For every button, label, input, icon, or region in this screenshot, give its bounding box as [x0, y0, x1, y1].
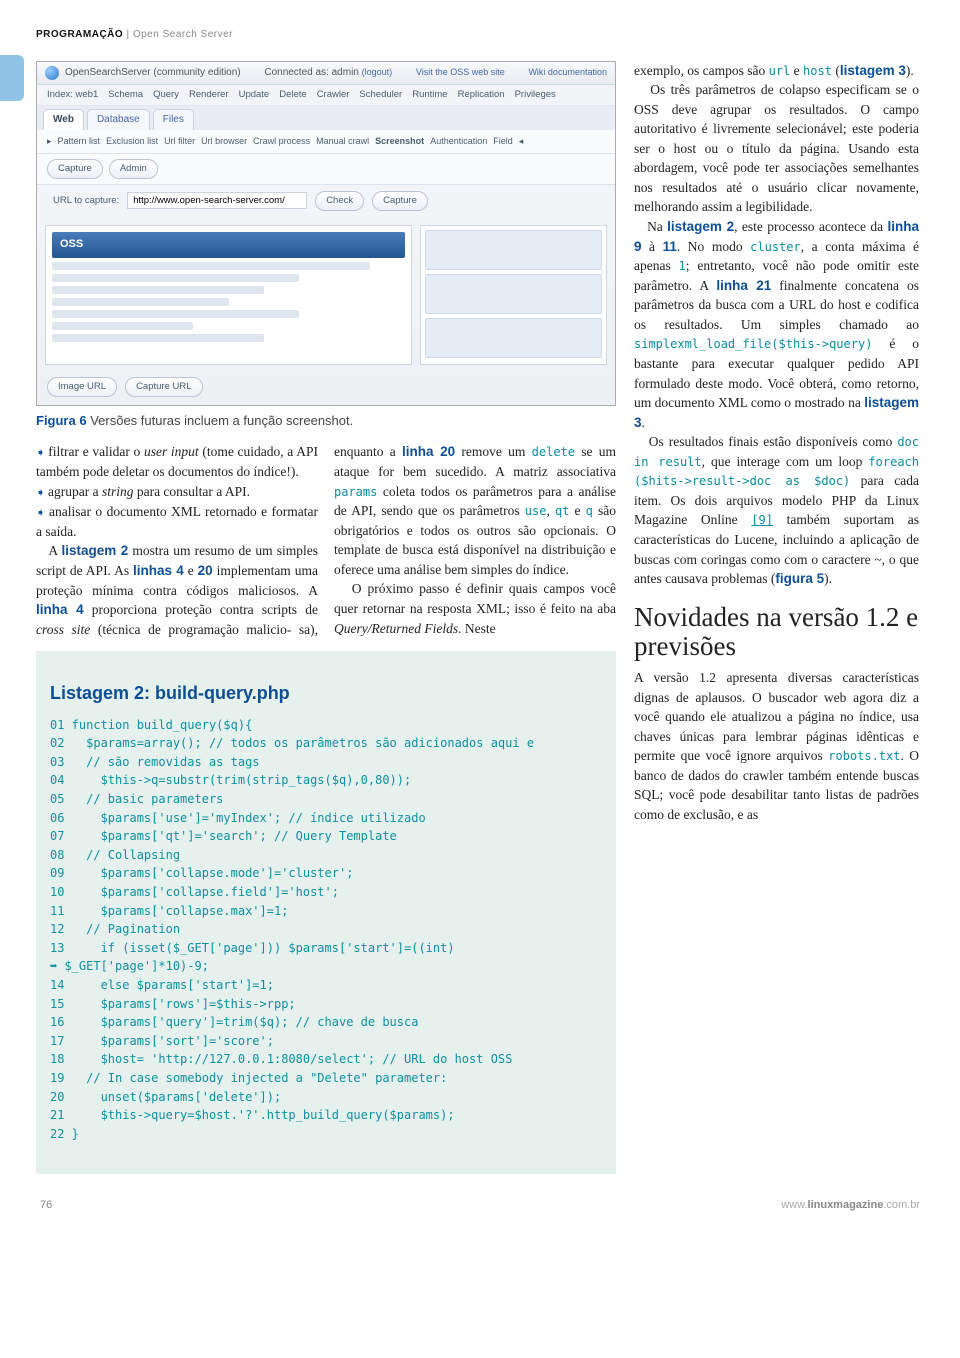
arrow-icon: ➧ — [36, 507, 49, 519]
figure-screenshot: OpenSearchServer (community edition) Con… — [36, 61, 616, 406]
capture-button: Capture — [372, 191, 428, 211]
app-title: OpenSearchServer (community edition) — [65, 66, 241, 81]
shot-row1: Index: web1SchemaQueryRendererUpdateDele… — [37, 85, 615, 106]
check-button: Check — [315, 191, 364, 211]
section-heading: Novidades na versão 1.2 e previsões — [634, 603, 919, 662]
shot-row2: ▸ Pattern listExclusion listUrl filterUr… — [37, 130, 615, 154]
url-input — [127, 192, 307, 209]
header-topic: Open Search Server — [133, 29, 233, 40]
code-listing: Listagem 2: build-query.php01 function b… — [36, 651, 616, 1174]
shot-row3: Capture Admin — [37, 154, 615, 185]
tab-database: Database — [87, 109, 150, 131]
capture-url-button: Capture URL — [125, 377, 202, 397]
tab-files: Files — [153, 109, 194, 131]
shot-tabs: Web Database Files — [37, 106, 615, 131]
header-section: PROGRAMAÇÃO — [36, 29, 123, 40]
page-footer: 76 www.linuxmagazine.com.br — [36, 1198, 924, 1214]
listing-title: Listagem 2: build-query.php — [50, 680, 602, 708]
preview-main: OSS — [45, 225, 412, 365]
preview-side — [420, 225, 607, 365]
url-label: URL to capture: — [53, 194, 119, 208]
image-url-button: Image URL — [47, 377, 117, 397]
body-text: ➧ filtrar e validar o user input (tome c… — [36, 442, 616, 639]
figure-caption: Figura 6 Versões futuras incluem a funçã… — [36, 412, 616, 443]
globe-icon — [45, 66, 59, 80]
arrow-icon: ➧ — [36, 447, 48, 459]
tab-web: Web — [43, 109, 84, 131]
right-column: exemplo, os campos são url e host (lista… — [634, 61, 919, 1174]
page-number: 76 — [40, 1198, 52, 1214]
page-header: PROGRAMAÇÃO | Open Search Server — [36, 28, 924, 43]
page-tab-mark — [0, 55, 24, 101]
arrow-icon: ➧ — [36, 487, 48, 499]
